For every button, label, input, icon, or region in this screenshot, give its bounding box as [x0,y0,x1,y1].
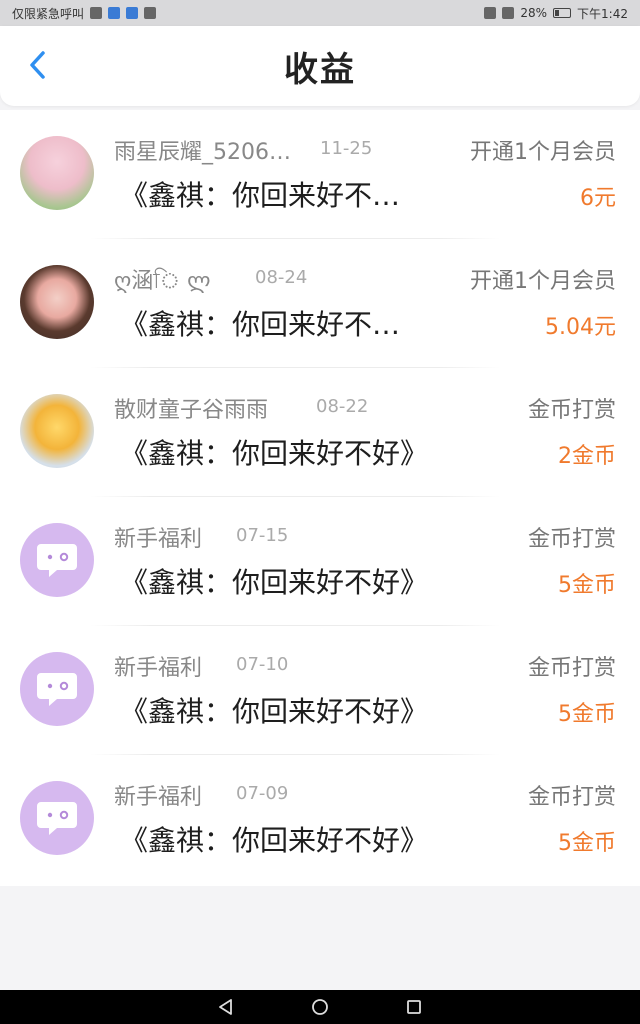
app-notification-icon-2 [126,7,139,19]
content-title: 《鑫祺：你回来好不好》 [120,695,429,728]
vibrate-icon [502,7,515,19]
content-title: 《鑫祺：你回来好不好》 [120,824,429,857]
avatar[interactable] [20,652,94,726]
earning-item[interactable]: 新手福利 07-10 金币打赏 《鑫祺：你回来好不好》 5金币 [0,626,640,755]
earning-item[interactable]: 散财童子谷雨雨 08-22 金币打赏 《鑫祺：你回来好不好》 2金币 [0,368,640,497]
user-name: 新手福利 [114,656,203,681]
chevron-left-icon [30,51,45,79]
earning-amount: 5金币 [558,831,616,856]
user-name: 新手福利 [114,785,203,810]
status-left: 仅限紧急呼叫 [12,5,157,22]
earning-type: 金币打赏 [527,527,616,552]
user-name: 散财童子谷雨雨 [114,398,269,423]
wifi-icon [90,7,103,19]
content-title: 《鑫祺：你回来好不好》 [120,437,429,470]
date: 11-25 [320,138,373,159]
earning-type: 开通1个月会员 [470,140,616,165]
content-title: 《鑫祺：你回来好不… [120,179,401,212]
carrier-text: 仅限紧急呼叫 [12,6,85,21]
earning-amount: 6元 [580,186,616,211]
clock: 下午1:42 [577,6,628,21]
battery-icon [553,8,572,18]
eye-icon [484,7,497,19]
date: 07-10 [236,654,289,675]
app-notification-icon-3 [144,7,157,19]
date: 08-22 [316,396,369,417]
system-nav-bar [0,990,640,1024]
content-title: 《鑫祺：你回来好不好》 [120,566,429,599]
user-name: 雨星辰耀_5206… [114,140,291,165]
earning-item[interactable]: 雨星辰耀_5206… 11-25 开通1个月会员 《鑫祺：你回来好不… 6元 [0,110,640,239]
app-notification-icon [108,7,121,19]
user-name: 新手福利 [114,527,203,552]
earning-type: 金币打赏 [527,398,616,423]
date: 07-09 [236,783,289,804]
earning-type: 金币打赏 [527,785,616,810]
earning-item[interactable]: 新手福利 07-09 金币打赏 《鑫祺：你回来好不好》 5金币 [0,755,640,884]
square-recents-icon [407,1000,421,1014]
earning-amount: 5金币 [558,702,616,727]
earning-amount: 2金币 [558,444,616,469]
status-bar: 仅限紧急呼叫 28% 下午1:42 [0,0,640,26]
earnings-list: 雨星辰耀_5206… 11-25 开通1个月会员 《鑫祺：你回来好不… 6元 ღ… [0,110,640,886]
page-title: 收益 [284,49,356,90]
avatar[interactable] [20,523,94,597]
status-right: 28% 下午1:42 [484,5,628,22]
chat-bot-icon [37,544,77,577]
circle-home-icon [312,999,328,1015]
app-header: 收益 [0,26,640,106]
earning-item[interactable]: 新手福利 07-15 金币打赏 《鑫祺：你回来好不好》 5金币 [0,497,640,626]
avatar[interactable] [20,394,94,468]
nav-back-button[interactable] [214,995,238,1019]
date: 07-15 [236,525,289,546]
content-title: 《鑫祺：你回来好不… [120,308,401,341]
earning-type: 金币打赏 [527,656,616,681]
date: 08-24 [255,267,308,288]
earning-amount: 5.04元 [545,315,616,340]
avatar[interactable] [20,781,94,855]
triangle-back-icon [219,999,232,1015]
earning-type: 开通1个月会员 [470,269,616,294]
chat-bot-icon [37,802,77,835]
avatar[interactable] [20,265,94,339]
nav-home-button[interactable] [308,995,332,1019]
user-name: ღ涵ি ლ [114,269,211,294]
earning-amount: 5金币 [558,573,616,598]
battery-percent: 28% [520,6,548,20]
avatar[interactable] [20,136,94,210]
back-button[interactable] [22,50,52,80]
earning-item[interactable]: ღ涵ি ლ 08-24 开通1个月会员 《鑫祺：你回来好不… 5.04元 [0,239,640,368]
nav-recents-button[interactable] [402,995,426,1019]
chat-bot-icon [37,673,77,706]
